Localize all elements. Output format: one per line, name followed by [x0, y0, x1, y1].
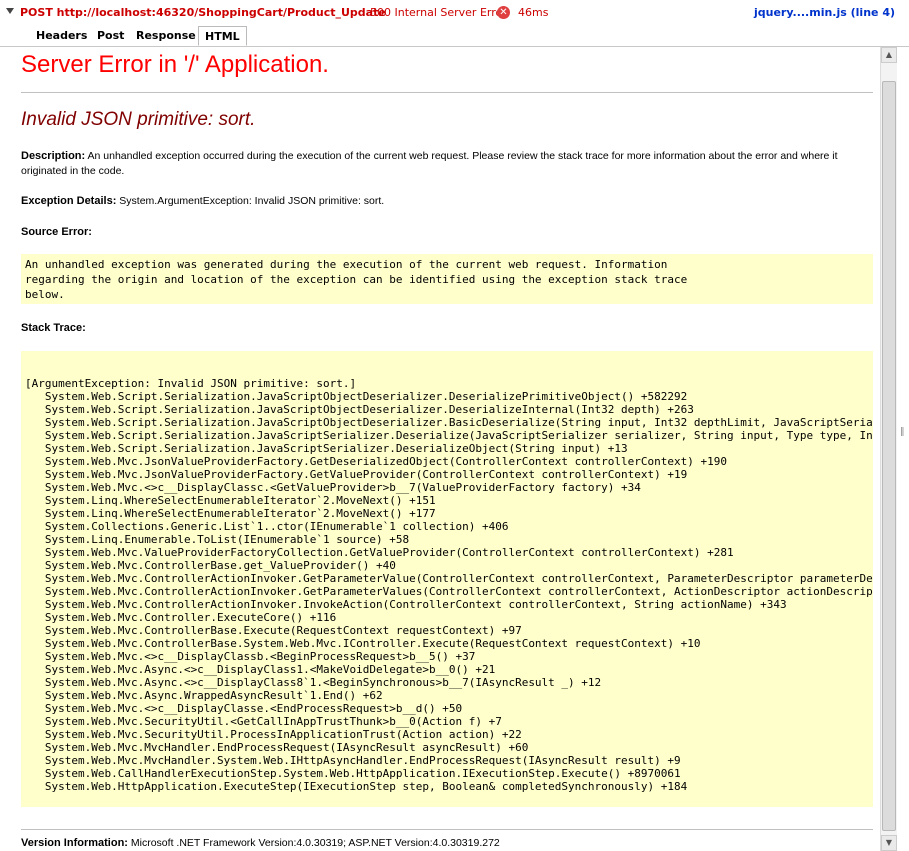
request-row[interactable]: POST http://localhost:46320/ShoppingCart… [0, 0, 909, 27]
source-error-box: An unhandled exception was generated dur… [21, 254, 873, 304]
tab-response[interactable]: Response [136, 29, 196, 42]
tab-headers[interactable]: Headers [36, 29, 87, 42]
status-text: 500 Internal Server Error [370, 6, 507, 19]
source-error-label: Source Error: [21, 226, 92, 238]
stack-trace-section: Stack Trace: [21, 321, 86, 336]
tab-html[interactable]: HTML [198, 26, 247, 46]
exception-label: Exception Details: [21, 195, 117, 207]
collapse-arrow-icon[interactable] [6, 8, 14, 14]
splitter-grip-icon[interactable]: ‖ [900, 427, 905, 437]
request-url[interactable]: POST http://localhost:46320/ShoppingCart… [20, 6, 386, 19]
page-title: Server Error in '/' Application. [21, 51, 329, 78]
error-x-icon: ✕ [497, 6, 510, 19]
scroll-thumb[interactable] [882, 81, 896, 831]
divider [21, 92, 873, 93]
exception-text: System.ArgumentException: Invalid JSON p… [119, 195, 385, 207]
exception-details-section: Exception Details: System.ArgumentExcept… [21, 194, 384, 209]
request-time: 46ms [518, 6, 549, 19]
stack-trace-box: [ArgumentException: Invalid JSON primiti… [21, 351, 873, 807]
scroll-down-arrow-icon[interactable]: ▼ [881, 835, 897, 851]
divider [21, 829, 873, 830]
scroll-up-arrow-icon[interactable]: ▲ [881, 47, 897, 63]
version-section: Version Information: Microsoft .NET Fram… [21, 836, 500, 851]
tab-bar: Headers Post Response HTML [0, 26, 909, 47]
version-text: Microsoft .NET Framework Version:4.0.303… [130, 837, 500, 849]
html-preview-pane: Server Error in '/' Application. Invalid… [0, 47, 880, 851]
version-label: Version Information: [21, 837, 128, 849]
error-message-heading: Invalid JSON primitive: sort. [21, 109, 256, 130]
source-error-section: Source Error: [21, 225, 92, 240]
stack-trace-label: Stack Trace: [21, 322, 86, 334]
tab-post[interactable]: Post [97, 29, 124, 42]
source-link[interactable]: jquery....min.js (line 4) [754, 6, 895, 19]
panel-splitter[interactable]: ‖ [897, 47, 909, 851]
source-error-text: An unhandled exception was generated dur… [25, 258, 688, 301]
vertical-scrollbar[interactable]: ▲ ▼ [880, 47, 897, 851]
description-label: Description: [21, 150, 86, 162]
description-text: An unhandled exception occurred during t… [21, 150, 838, 177]
description-section: Description: An unhandled exception occu… [21, 149, 856, 179]
stack-trace-text: [ArgumentException: Invalid JSON primiti… [25, 377, 873, 793]
